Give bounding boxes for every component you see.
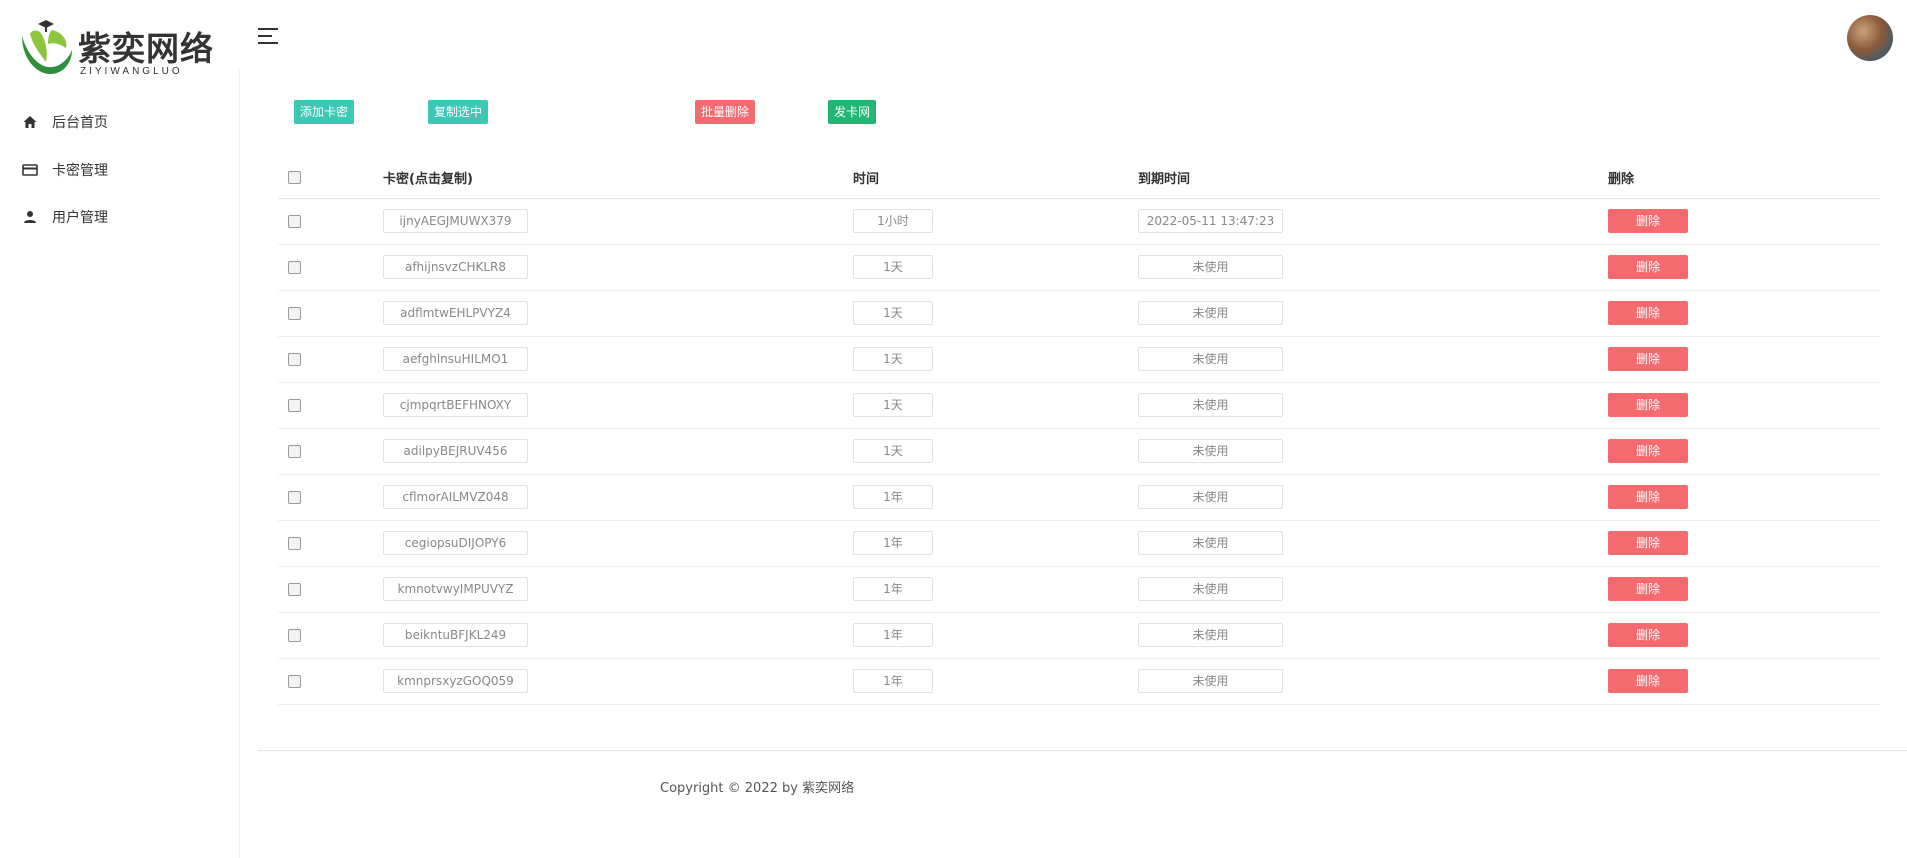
select-all-checkbox[interactable] (288, 171, 301, 185)
card-duration: 1年 (853, 623, 933, 647)
delete-button[interactable]: 删除 (1608, 209, 1688, 233)
card-duration: 1天 (853, 255, 933, 279)
table-row: cflmorAILMVZ048 1年 未使用 删除 (278, 474, 1881, 521)
sidebar-item-label: 用户管理 (52, 210, 108, 226)
menu-line (258, 28, 278, 30)
table-row: adilpyBEJRUV456 1天 未使用 删除 (278, 428, 1881, 475)
row-checkbox[interactable] (288, 445, 301, 458)
table-row: cjmpqrtBEFHNOXY 1天 未使用 删除 (278, 382, 1881, 429)
row-checkbox[interactable] (288, 491, 301, 504)
cards-table: 卡密(点击复制) 时间 到期时间 删除 ijnyAEGJMUWX379 1小时 … (278, 158, 1881, 705)
delete-button[interactable]: 删除 (1608, 255, 1688, 279)
card-expire: 未使用 (1138, 577, 1283, 601)
menu-line (258, 42, 278, 44)
delete-button[interactable]: 删除 (1608, 347, 1688, 371)
delete-button[interactable]: 删除 (1608, 531, 1688, 555)
menu-line (258, 35, 272, 37)
row-checkbox[interactable] (288, 583, 301, 596)
home-icon (23, 116, 37, 128)
card-duration: 1天 (853, 439, 933, 463)
card-expire: 未使用 (1138, 347, 1283, 371)
table-row: beikntuBFJKL249 1年 未使用 删除 (278, 612, 1881, 659)
sidebar-item-users[interactable]: 用户管理 (22, 202, 108, 232)
card-expire: 未使用 (1138, 485, 1283, 509)
card-expire: 2022-05-11 13:47:23 (1138, 209, 1283, 233)
card-expire: 未使用 (1138, 531, 1283, 555)
footer-divider (258, 750, 1907, 751)
table-header-row: 卡密(点击复制) 时间 到期时间 删除 (278, 158, 1881, 199)
card-code[interactable]: cjmpqrtBEFHNOXY (383, 393, 528, 417)
row-checkbox[interactable] (288, 353, 301, 366)
row-checkbox[interactable] (288, 537, 301, 550)
table-row: kmnprsxyzGOQ059 1年 未使用 删除 (278, 658, 1881, 705)
menu-toggle-icon[interactable] (258, 28, 280, 46)
card-code[interactable]: afhijnsvzCHKLR8 (383, 255, 528, 279)
row-checkbox[interactable] (288, 629, 301, 642)
user-icon (24, 211, 36, 223)
card-expire: 未使用 (1138, 439, 1283, 463)
row-checkbox[interactable] (288, 675, 301, 688)
card-duration: 1天 (853, 393, 933, 417)
card-code[interactable]: adflmtwEHLPVYZ4 (383, 301, 528, 325)
table-row: ijnyAEGJMUWX379 1小时 2022-05-11 13:47:23 … (278, 198, 1881, 245)
faka-button[interactable]: 发卡网 (828, 100, 877, 124)
delete-button[interactable]: 删除 (1608, 393, 1688, 417)
card-code[interactable]: cflmorAILMVZ048 (383, 485, 528, 509)
copy-selected-button[interactable]: 复制选中 (428, 100, 489, 124)
card-duration: 1年 (853, 577, 933, 601)
header-delete: 删除 (1608, 158, 1881, 199)
sidebar-item-home[interactable]: 后台首页 (22, 107, 108, 137)
delete-button[interactable]: 删除 (1608, 577, 1688, 601)
table-row: aefghlnsuHILMO1 1天 未使用 删除 (278, 336, 1881, 383)
card-duration: 1年 (853, 669, 933, 693)
header-code: 卡密(点击复制) (383, 158, 853, 199)
row-checkbox[interactable] (288, 261, 301, 274)
table-row: afhijnsvzCHKLR8 1天 未使用 删除 (278, 244, 1881, 291)
card-code[interactable]: aefghlnsuHILMO1 (383, 347, 528, 371)
brand-logo[interactable]: 紫奕网络 ZIYIWANGLUO (16, 18, 216, 78)
delete-button[interactable]: 删除 (1608, 439, 1688, 463)
logo-leaf-icon (22, 20, 72, 74)
user-avatar[interactable] (1847, 15, 1893, 61)
card-code[interactable]: kmnprsxyzGOQ059 (383, 669, 528, 693)
delete-button[interactable]: 删除 (1608, 669, 1688, 693)
card-expire: 未使用 (1138, 301, 1283, 325)
row-checkbox[interactable] (288, 399, 301, 412)
delete-button[interactable]: 删除 (1608, 301, 1688, 325)
card-duration: 1天 (853, 301, 933, 325)
row-checkbox[interactable] (288, 307, 301, 320)
card-duration: 1年 (853, 531, 933, 555)
sidebar-item-label: 后台首页 (52, 115, 108, 131)
sidebar: 后台首页 卡密管理 用户管理 (0, 70, 240, 858)
footer-copyright: Copyright © 2022 by 紫奕网络 (660, 781, 855, 796)
row-checkbox[interactable] (288, 215, 301, 228)
add-card-button[interactable]: 添加卡密 (294, 100, 355, 124)
brand-name: 紫奕网络 (78, 29, 214, 68)
card-code[interactable]: kmnotvwyIMPUVYZ (383, 577, 528, 601)
table-row: kmnotvwyIMPUVYZ 1年 未使用 删除 (278, 566, 1881, 613)
header-expire: 到期时间 (1138, 158, 1608, 199)
select-all-cell (278, 158, 383, 199)
card-expire: 未使用 (1138, 669, 1283, 693)
card-code[interactable]: adilpyBEJRUV456 (383, 439, 528, 463)
table-row: cegiopsuDIJOPY6 1年 未使用 删除 (278, 520, 1881, 567)
card-code[interactable]: beikntuBFJKL249 (383, 623, 528, 647)
card-expire: 未使用 (1138, 623, 1283, 647)
table-row: adflmtwEHLPVYZ4 1天 未使用 删除 (278, 290, 1881, 337)
card-icon (22, 164, 38, 176)
card-duration: 1年 (853, 485, 933, 509)
card-expire: 未使用 (1138, 255, 1283, 279)
delete-button[interactable]: 删除 (1608, 485, 1688, 509)
batch-delete-button[interactable]: 批量删除 (695, 100, 756, 124)
card-duration: 1小时 (853, 209, 933, 233)
sidebar-item-cards[interactable]: 卡密管理 (22, 155, 108, 185)
card-code[interactable]: ijnyAEGJMUWX379 (383, 209, 528, 233)
header-time: 时间 (853, 158, 1138, 199)
card-duration: 1天 (853, 347, 933, 371)
sidebar-item-label: 卡密管理 (52, 163, 108, 179)
card-code[interactable]: cegiopsuDIJOPY6 (383, 531, 528, 555)
card-expire: 未使用 (1138, 393, 1283, 417)
delete-button[interactable]: 删除 (1608, 623, 1688, 647)
